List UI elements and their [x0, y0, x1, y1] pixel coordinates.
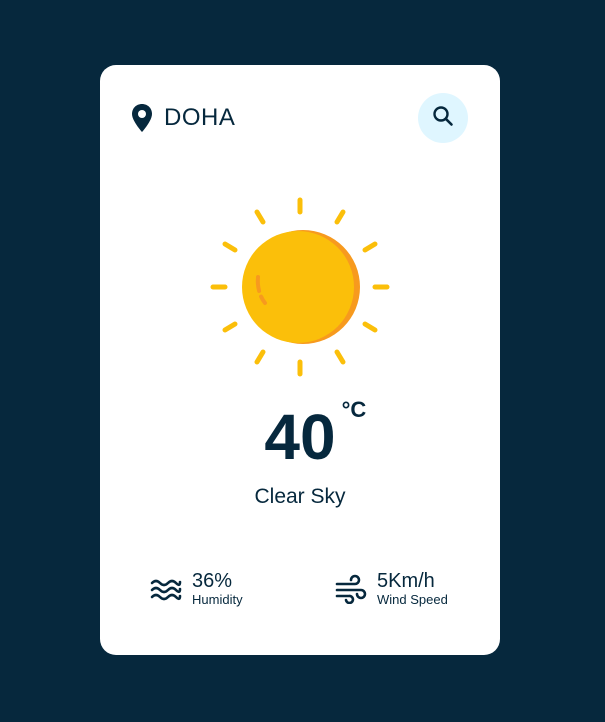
search-icon: [432, 105, 454, 132]
humidity-label: Humidity: [192, 592, 243, 607]
city-name: DOHA: [164, 104, 236, 131]
temperature-display: 40 °C: [100, 399, 500, 470]
water-waves-icon: [150, 574, 182, 604]
weather-card: DOHA 40 °C Clear Sky 36% Humidity 5Km/h …: [100, 65, 500, 655]
location-display: DOHA: [130, 103, 235, 133]
humidity-detail: 36% Humidity: [150, 570, 243, 609]
location-pin-icon: [130, 103, 154, 133]
weather-description: Clear Sky: [254, 485, 346, 508]
temperature-value: 40: [264, 401, 336, 473]
wind-detail: 5Km/h Wind Speed: [335, 570, 448, 609]
search-button[interactable]: [418, 93, 468, 143]
wind-speed-value: 5Km/h: [377, 570, 435, 592]
wind-speed-label: Wind Speed: [377, 592, 448, 607]
sun-icon: [210, 197, 390, 377]
humidity-value: 36%: [192, 570, 233, 592]
wind-icon: [335, 574, 367, 605]
temperature-unit: °C: [341, 397, 367, 422]
